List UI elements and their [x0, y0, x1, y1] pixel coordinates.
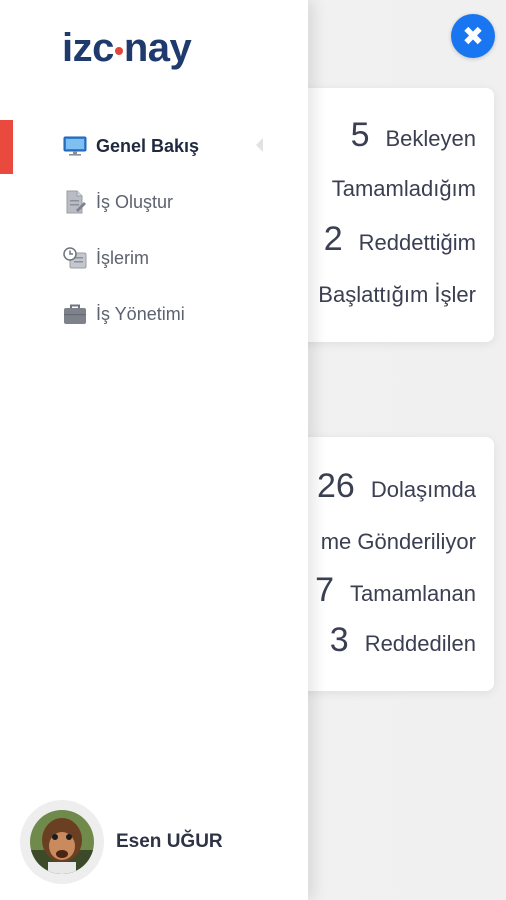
logo-text-left: izc [62, 26, 114, 70]
stat-rejected-label: Reddettiğim [358, 230, 476, 255]
document-edit-icon [62, 190, 88, 214]
logo-text-right: nay [123, 26, 192, 70]
stat-sending-label: me Gönderiliyor [320, 529, 476, 554]
sidebar-item-label: İşlerim [96, 247, 149, 268]
sidebar-item-create-job[interactable]: İş Oluştur [62, 174, 292, 230]
stat-pending[interactable]: 5 Bekleyen [351, 116, 476, 155]
stat-rejected-docs-label: Reddedilen [364, 631, 476, 656]
close-menu-button[interactable]: ✖ [451, 14, 495, 58]
side-drawer: izc nay Genel Bakış İş Oluştur İşlerim İ… [0, 0, 308, 900]
stat-completed-docs-count: 7 [315, 571, 335, 609]
sidebar-item-label: İş Oluştur [96, 191, 174, 212]
user-name: Esen UĞUR [116, 831, 223, 852]
sidebar-item-my-jobs[interactable]: İşlerim [62, 230, 292, 286]
stat-rejected-count: 2 [323, 220, 343, 258]
stat-completed-docs[interactable]: 7 Tamamlanan [315, 571, 476, 610]
stat-rejected-docs[interactable]: 3 Reddedilen [330, 621, 476, 660]
stat-in-circulation[interactable]: 26 Dolaşımda [317, 467, 476, 506]
sidebar-item-job-management[interactable]: İş Yönetimi [62, 286, 292, 342]
stat-pending-count: 5 [350, 116, 370, 154]
monitor-icon [62, 134, 88, 158]
stat-completed-label: Tamamladığım [331, 176, 476, 201]
briefcase-icon [62, 302, 88, 326]
stat-completed[interactable]: Tamamladığım [332, 176, 476, 202]
stat-in-circulation-label: Dolaşımda [370, 477, 476, 502]
stat-pending-label: Bekleyen [385, 126, 476, 151]
stat-started-label: Başlattığım İşler [318, 282, 476, 307]
caret-left-icon [256, 138, 263, 152]
logo-dot [114, 46, 123, 55]
brand-logo[interactable]: izc nay [62, 26, 192, 71]
stat-rejected-docs-count: 3 [329, 621, 349, 659]
user-profile[interactable]: Esen UĞUR [20, 800, 223, 884]
stat-in-circulation-count: 26 [317, 467, 355, 505]
avatar-frame [20, 800, 104, 884]
stat-rejected[interactable]: 2 Reddettiğim [324, 220, 476, 259]
stat-completed-docs-label: Tamamlanan [350, 581, 476, 606]
user-avatar [30, 810, 94, 874]
stat-sending[interactable]: me Gönderiliyor [321, 529, 476, 555]
sidebar-item-label: Genel Bakış [96, 135, 200, 156]
sidebar-item-label: İş Yönetimi [96, 303, 185, 324]
active-indicator [0, 120, 13, 174]
clock-list-icon [62, 246, 88, 270]
sidebar-nav: Genel Bakış İş Oluştur İşlerim İş Yöneti… [62, 118, 292, 342]
close-icon: ✖ [462, 20, 484, 51]
sidebar-item-overview[interactable]: Genel Bakış [62, 118, 292, 174]
stat-started[interactable]: Başlattığım İşler [318, 282, 476, 308]
